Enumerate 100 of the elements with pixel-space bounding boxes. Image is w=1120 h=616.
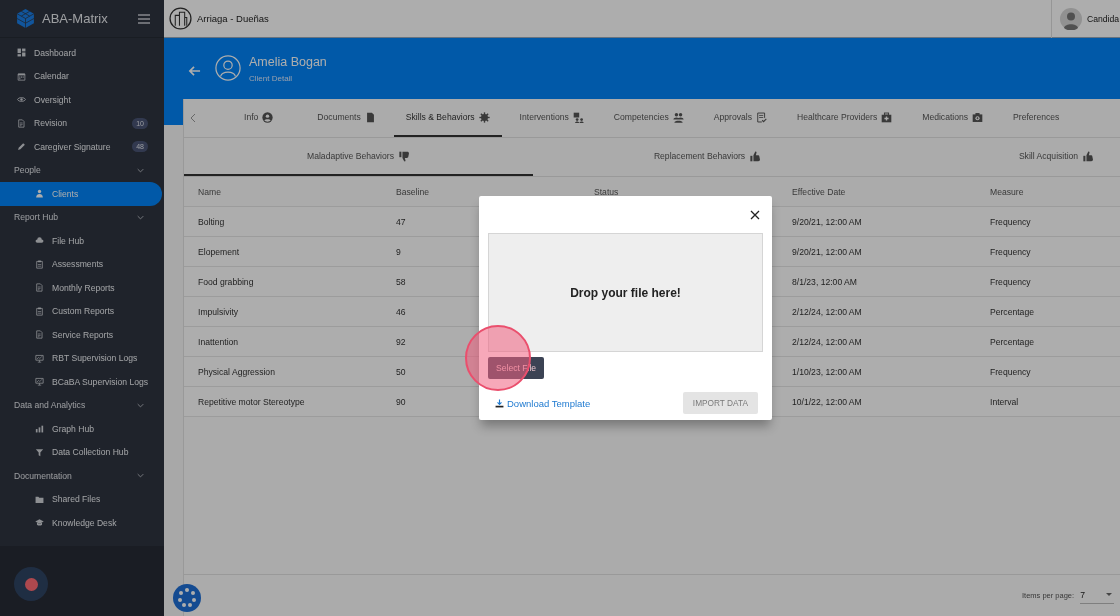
sidebar-item[interactable]: Data Collection Hub — [0, 440, 162, 464]
person-circle-icon — [262, 111, 274, 123]
document-icon — [17, 118, 26, 128]
sidebar-item[interactable]: Monthly Reports — [0, 276, 162, 300]
sidebar-item[interactable]: Clients — [0, 182, 162, 206]
table-cell: 9/20/21, 12:00 AM — [792, 216, 862, 227]
table-cell: Frequency — [990, 246, 1031, 257]
tab[interactable]: Approvals — [701, 99, 779, 137]
column-header[interactable]: Status — [594, 186, 619, 197]
chevron-icon — [137, 473, 144, 479]
gear-icon — [478, 111, 490, 123]
document-icon — [35, 330, 44, 340]
sidebar-item[interactable]: Oversight — [0, 88, 162, 112]
sidebar-section[interactable]: Data and Analytics — [0, 393, 164, 417]
column-header[interactable]: Baseline — [396, 186, 429, 197]
chevron-icon — [137, 402, 144, 408]
table-cell: Bolting — [198, 216, 225, 227]
sidebar-item[interactable]: Shared Files — [0, 487, 162, 511]
drop-zone[interactable]: Drop your file here! — [488, 233, 763, 352]
sidebar-section[interactable]: Documentation — [0, 464, 164, 488]
table-cell: Impulsivity — [198, 306, 239, 317]
table-cell: 92 — [396, 336, 406, 347]
tab[interactable]: Documents — [305, 99, 388, 137]
organization-name: Arriaga - Dueñas — [197, 13, 269, 24]
sidebar-item[interactable]: Dashboard — [0, 41, 162, 65]
checklist-icon — [755, 111, 767, 123]
sidebar-item[interactable]: Knowledge Desk — [0, 511, 162, 535]
tab[interactable]: Competencies — [601, 99, 696, 137]
table-cell: Percentage — [990, 336, 1034, 347]
sidebar-item[interactable]: File Hub — [0, 229, 162, 253]
chart-icon — [35, 424, 44, 434]
tab[interactable]: Replacement Behaviors — [533, 138, 882, 176]
record-button[interactable] — [14, 567, 48, 601]
board-icon — [572, 111, 584, 123]
document-icon — [35, 283, 44, 293]
close-icon[interactable] — [750, 209, 760, 220]
sidebar-item[interactable]: Service Reports — [0, 323, 162, 347]
user-menu[interactable]: Candida — [1051, 0, 1120, 38]
sidebar-item[interactable]: Assessments — [0, 252, 162, 276]
sidebar-item[interactable]: Graph Hub — [0, 417, 162, 441]
back-arrow-icon[interactable] — [188, 65, 201, 77]
thumbs-up-icon — [750, 150, 762, 162]
sidebar-item[interactable]: BCaBA Supervision Logs — [0, 370, 162, 394]
app-name: ABA-Matrix — [42, 11, 109, 26]
tab[interactable]: Preferences — [1001, 99, 1072, 137]
table-cell: 50 — [396, 366, 406, 377]
page-subtitle: Client Detail — [249, 74, 294, 83]
table-cell: 58 — [396, 276, 406, 287]
tab[interactable]: Skill Acquisition — [882, 138, 1120, 176]
person-icon — [35, 189, 44, 199]
medkit-icon — [881, 111, 893, 123]
table-cell: Elopement — [198, 246, 240, 257]
funnel-icon — [35, 447, 44, 457]
sidebar-item[interactable]: Custom Reports — [0, 299, 162, 323]
table-cell: Interval — [990, 396, 1019, 407]
tab[interactable]: Medications — [910, 99, 996, 137]
column-header[interactable]: Effective Date — [792, 186, 846, 197]
calendar-icon — [17, 71, 26, 81]
thumbs-down-icon — [398, 150, 410, 162]
tab[interactable]: Interventions — [507, 99, 596, 137]
table-cell: Frequency — [990, 366, 1031, 377]
download-icon — [495, 398, 504, 408]
table-cell: Repetitive motor Stereotype — [198, 396, 305, 407]
scroll-left-icon[interactable] — [190, 113, 196, 123]
people-icon — [672, 111, 684, 123]
menu-icon[interactable] — [138, 13, 150, 24]
sidebar-section[interactable]: People — [0, 158, 164, 182]
folder-icon — [35, 494, 44, 504]
sidebar-item[interactable]: RBT Supervision Logs — [0, 346, 162, 370]
sidebar-item[interactable]: Calendar — [0, 64, 162, 88]
tab[interactable]: Skills & Behaviors — [393, 99, 502, 137]
eye-icon — [17, 95, 26, 105]
camera-box-icon — [972, 111, 984, 123]
table-cell: 10/1/22, 12:00 AM — [792, 396, 862, 407]
clipboard-icon — [35, 306, 44, 316]
person-outline-icon — [215, 55, 241, 81]
avatar-icon — [1060, 7, 1082, 30]
clipboard-icon — [35, 259, 44, 269]
table-cell: Frequency — [990, 276, 1031, 287]
table-cell: 8/1/23, 12:00 AM — [792, 276, 857, 287]
tab[interactable]: Healthcare Providers — [784, 99, 905, 137]
column-header[interactable]: Name — [198, 186, 221, 197]
cap-icon — [35, 518, 44, 528]
tab[interactable]: Info — [232, 99, 286, 137]
pen-icon — [17, 142, 26, 152]
page-size-select[interactable]: 7 — [1080, 587, 1115, 604]
page-icon — [364, 111, 376, 123]
building-logo-icon — [169, 7, 192, 30]
table-cell: Inattention — [198, 336, 239, 347]
dotted-circle-icon[interactable] — [173, 584, 201, 612]
column-header[interactable]: Measure — [990, 186, 1024, 197]
table-cell: 90 — [396, 396, 406, 407]
grid-icon — [17, 48, 26, 58]
cube-logo-icon — [15, 8, 36, 29]
chevron-icon — [137, 214, 144, 220]
caret-icon — [1106, 593, 1113, 596]
table-cell: Physical Aggression — [198, 366, 275, 377]
monitor-icon — [35, 377, 44, 387]
table-cell: Frequency — [990, 216, 1031, 227]
download-template-link[interactable]: Download Template — [495, 397, 591, 409]
